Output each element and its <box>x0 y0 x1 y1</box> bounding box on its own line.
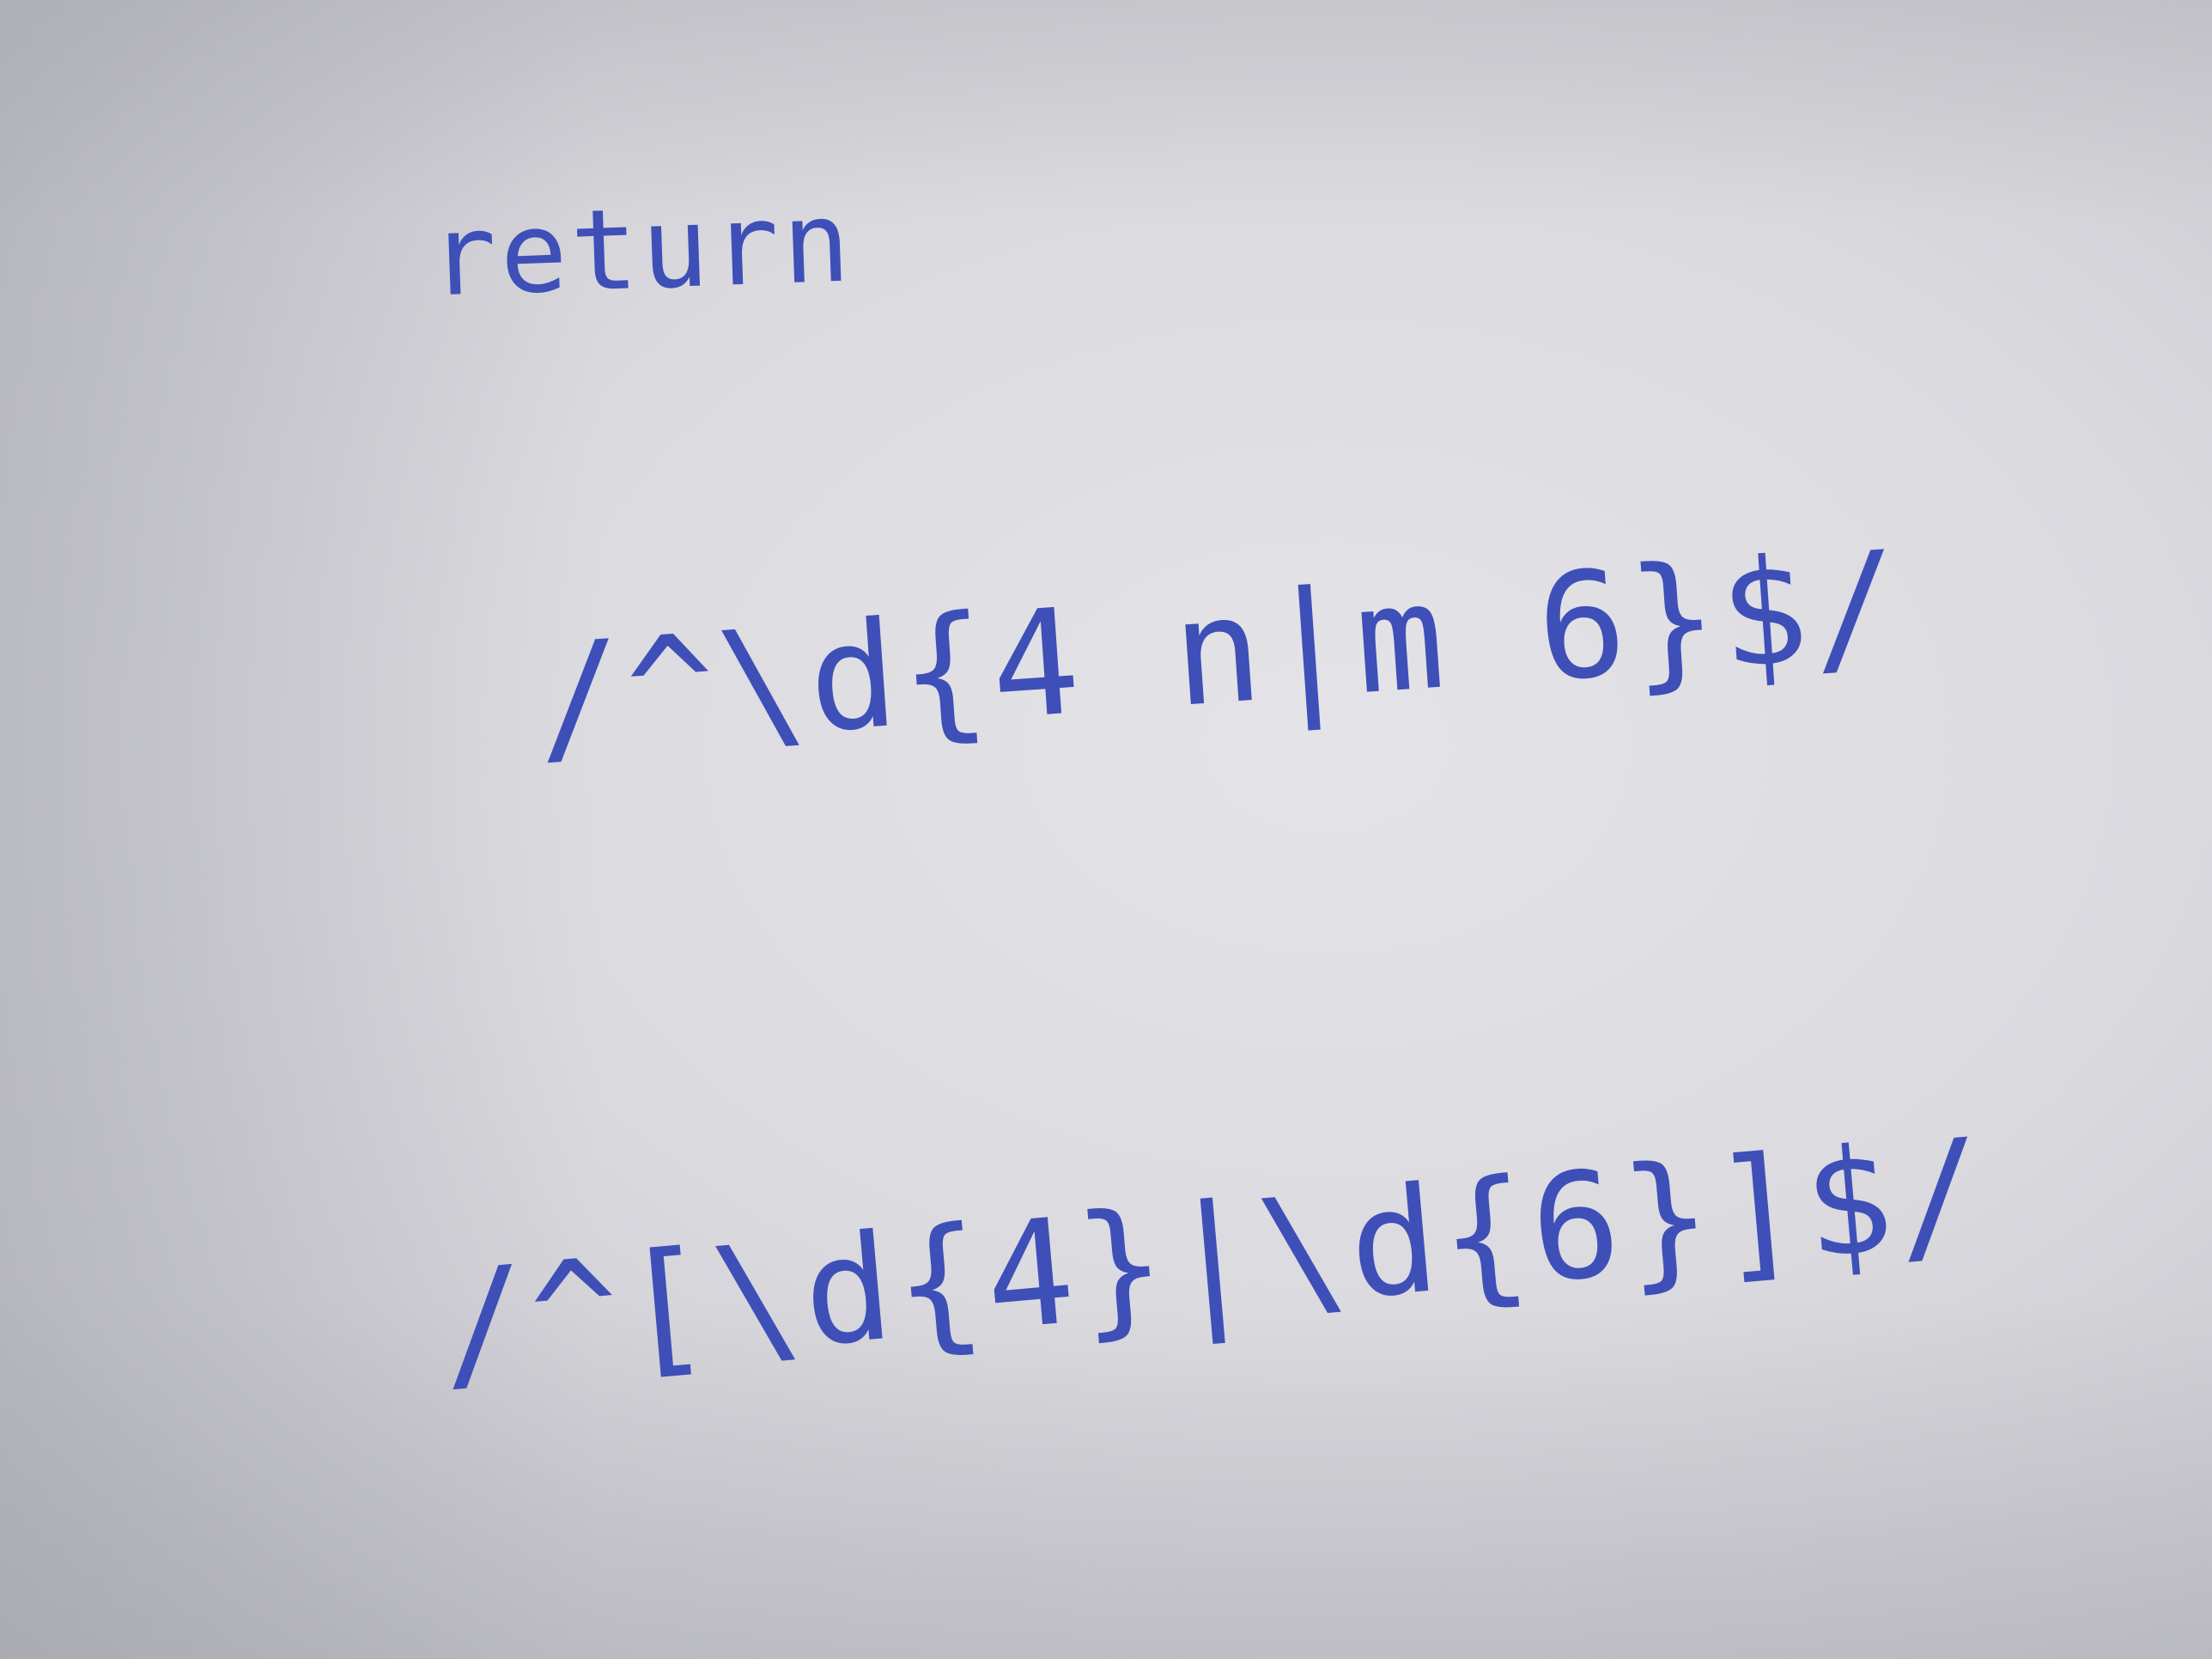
handwritten-line-regex-1: /^\d{4 n|m 6}$/ <box>530 520 1909 785</box>
paper-shadow-top <box>0 0 2212 223</box>
handwritten-line-return: return <box>427 176 856 322</box>
paper-sheet: return /^\d{4 n|m 6}$/ /^[\d{4}|\d{6}]$/ <box>0 0 2212 1659</box>
